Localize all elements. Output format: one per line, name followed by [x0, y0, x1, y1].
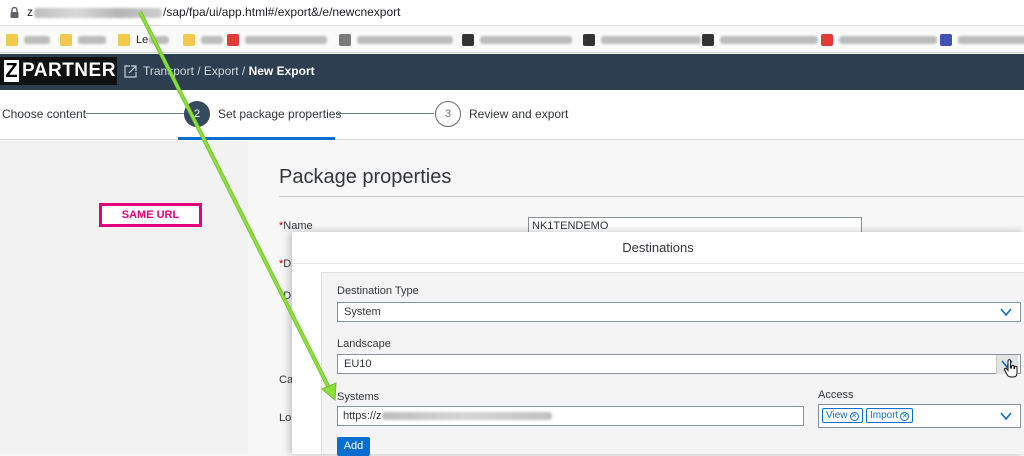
- systems-label: Systems: [337, 391, 380, 403]
- token-label: Import: [870, 410, 899, 421]
- remove-token-icon[interactable]: ✕: [900, 412, 910, 421]
- redacted-label: [720, 36, 818, 44]
- systems-value: https://z: [343, 410, 382, 422]
- redacted-host: [34, 7, 162, 18]
- step-3-circle[interactable]: 3: [435, 101, 461, 127]
- bookmark-item[interactable]: [6, 33, 50, 47]
- redacted-label: [78, 36, 106, 44]
- folder-icon: [60, 34, 72, 46]
- landscape-label: Landscape: [337, 338, 391, 350]
- hand-cursor-icon: [1003, 359, 1018, 378]
- folder-icon: [6, 34, 18, 46]
- access-token-import[interactable]: Import ✕: [866, 408, 914, 423]
- breadcrumb[interactable]: Transport / Export / New Export: [143, 64, 315, 78]
- bookmark-item[interactable]: [60, 33, 106, 47]
- page-icon: [583, 34, 595, 46]
- active-step-indicator: [178, 137, 335, 140]
- destination-type-value: System: [344, 306, 381, 318]
- redacted-label: [245, 36, 327, 44]
- url-text[interactable]: z/sap/fpa/ui/app.html#/export&/e/newcnex…: [27, 5, 400, 19]
- external-link-icon: [124, 65, 137, 78]
- logo-text: PARTNER: [22, 60, 116, 81]
- youtube-icon: [227, 34, 239, 46]
- category-label: Ca: [279, 374, 294, 386]
- chevron-down-icon[interactable]: [999, 305, 1013, 319]
- same-url-callout: SAME URL: [99, 203, 202, 227]
- redacted-label: [201, 36, 223, 44]
- destination-type-label: Destination Type: [337, 285, 419, 297]
- add-button[interactable]: Add: [337, 437, 370, 456]
- step-2-circle[interactable]: 2: [184, 101, 210, 127]
- page-icon: [462, 34, 474, 46]
- step-connector: [86, 113, 184, 114]
- redacted-label: [958, 36, 1024, 44]
- bookmark-item[interactable]: [821, 33, 937, 47]
- redacted-label: [839, 36, 937, 44]
- lock-icon: [10, 7, 19, 18]
- bookmark-item[interactable]: [462, 33, 572, 47]
- name-label: *Name: [279, 220, 313, 232]
- bookmark-item[interactable]: [339, 33, 453, 47]
- url-prefix: z: [27, 5, 33, 19]
- url-path: /sap/fpa/ui/app.html#/export&/e/newcnexp…: [163, 5, 401, 19]
- access-label: Access: [818, 389, 854, 401]
- bookmarks-bar: Le: [0, 27, 1024, 53]
- folder-icon: [183, 34, 195, 46]
- landscape-value: EU10: [344, 358, 372, 370]
- bookmark-item[interactable]: [183, 33, 223, 47]
- bookmark-item[interactable]: [227, 33, 327, 47]
- remove-token-icon[interactable]: ✕: [849, 412, 859, 421]
- field-label-text: D: [283, 290, 292, 302]
- step-2-label[interactable]: Set package properties: [218, 107, 341, 121]
- destination-type-select[interactable]: System: [337, 302, 1021, 322]
- landscape-select[interactable]: EU10: [337, 354, 1021, 374]
- name-label-text: Name: [283, 220, 313, 232]
- bookmark-item[interactable]: [583, 33, 701, 47]
- systems-input[interactable]: https://z: [337, 406, 804, 426]
- bookmark-item[interactable]: [940, 33, 1024, 47]
- breadcrumb-current: New Export: [248, 64, 315, 78]
- page-icon: [940, 34, 952, 46]
- step-1-label[interactable]: Choose content: [2, 107, 86, 121]
- redacted-label: [601, 36, 701, 44]
- description-label: *D: [279, 258, 291, 270]
- logo-letter: Z: [4, 60, 19, 82]
- left-pane: [0, 141, 248, 454]
- youtube-icon: [821, 34, 833, 46]
- description-label-text: D: [283, 258, 292, 270]
- page-title: Package properties: [279, 166, 452, 188]
- page-icon: [702, 34, 714, 46]
- folder-icon: [118, 34, 130, 46]
- bookmark-item[interactable]: Le: [118, 33, 170, 47]
- redacted-host: [381, 412, 552, 421]
- dialog-title: Destinations: [292, 232, 1024, 264]
- redacted-label: [24, 36, 50, 44]
- breadcrumb-path[interactable]: Transport / Export /: [143, 64, 249, 78]
- token-label: View: [826, 410, 848, 421]
- bookmark-item[interactable]: [702, 33, 818, 47]
- company-logo[interactable]: Z PARTNER: [0, 57, 117, 85]
- step-connector: [338, 113, 434, 114]
- chevron-down-icon[interactable]: [999, 409, 1013, 423]
- redacted-label: [149, 36, 170, 44]
- title-divider: [279, 196, 1024, 197]
- step-3-label[interactable]: Review and export: [469, 107, 568, 121]
- redacted-label: [480, 36, 572, 44]
- redacted-label: [357, 36, 453, 44]
- page-icon: [339, 34, 351, 46]
- access-token-view[interactable]: View ✕: [822, 408, 863, 423]
- bookmark-label: Le: [136, 34, 149, 46]
- field-label: *D: [279, 290, 291, 302]
- location-label: Lo: [279, 412, 292, 424]
